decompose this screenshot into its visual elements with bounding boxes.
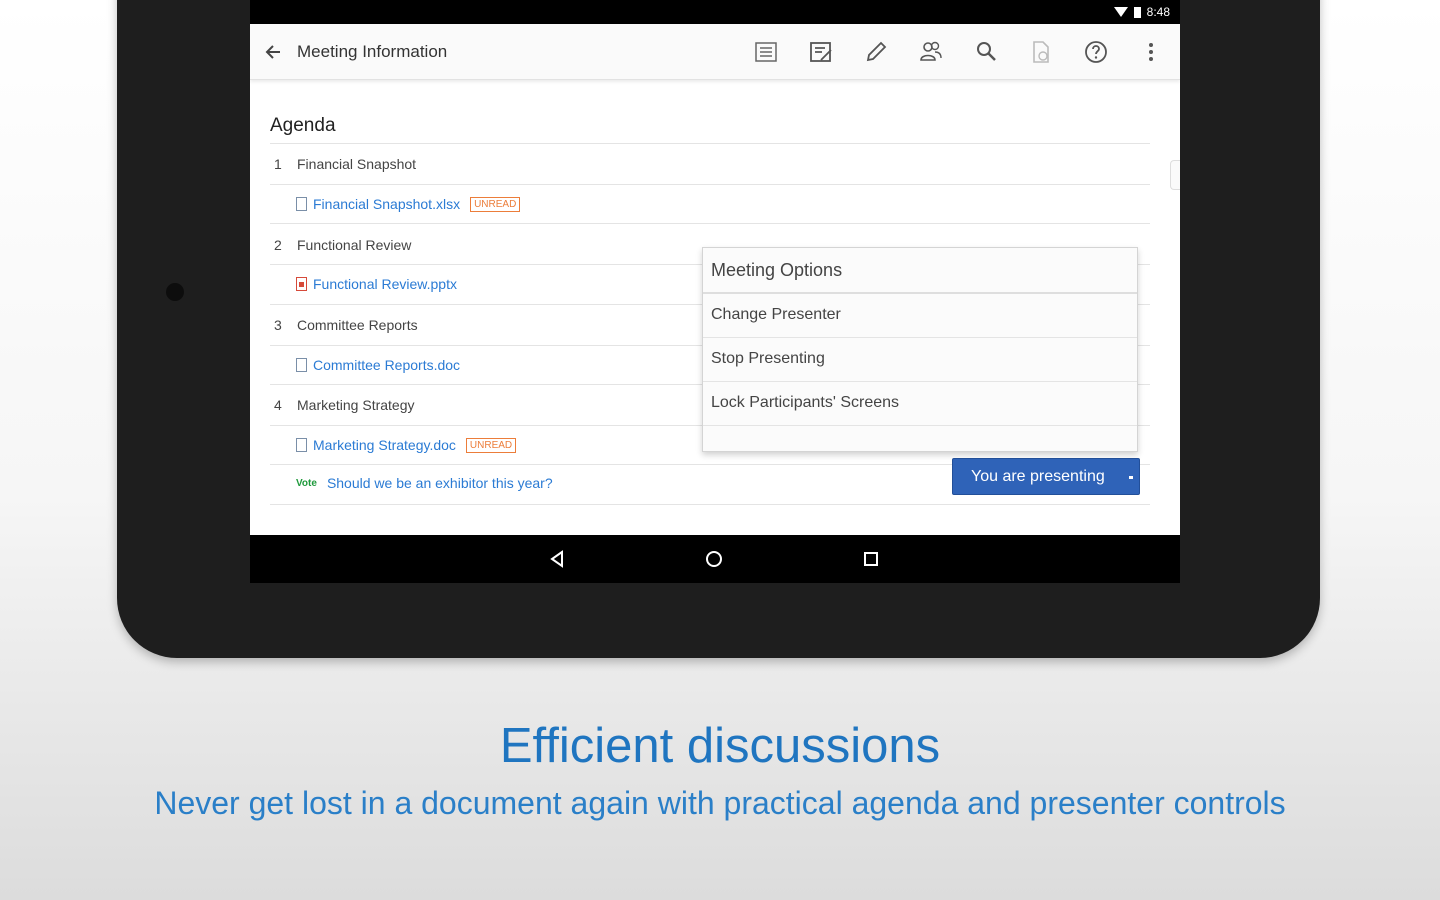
app-bar: Meeting Information <box>250 24 1180 80</box>
vote-question[interactable]: Should we be an exhibitor this year? <box>327 475 553 491</box>
recents-square-icon[interactable] <box>860 548 882 570</box>
document-file-icon <box>296 438 307 452</box>
attachment-link[interactable]: Committee Reports.doc <box>296 357 460 373</box>
camera-icon <box>166 283 184 301</box>
unread-badge: UNREAD <box>465 437 517 453</box>
menu-item-change-presenter[interactable]: Change Presenter <box>703 294 1137 338</box>
status-time: 8:48 <box>1146 5 1170 19</box>
side-drawer-handle[interactable] <box>1170 160 1180 190</box>
attachment-name[interactable]: Functional Review.pptx <box>313 276 457 292</box>
agenda-item-label: Marketing Strategy <box>297 397 415 413</box>
battery-icon <box>1133 6 1141 18</box>
page-title: Meeting Information <box>297 42 448 61</box>
agenda-item-number: 3 <box>274 317 282 333</box>
agenda-item-number: 2 <box>274 237 282 253</box>
device-screen: 8:48 Meeting Information Agenda 1 Financ… <box>250 0 1180 583</box>
meeting-options-menu: Meeting Options Change Presenter Stop Pr… <box>702 247 1138 452</box>
overflow-menu-icon[interactable] <box>1137 38 1165 66</box>
document-icon[interactable] <box>1027 38 1055 66</box>
agenda-item[interactable]: 2 Functional Review <box>274 237 411 253</box>
menu-header: Meeting Options <box>703 248 1137 294</box>
home-circle-icon[interactable] <box>703 548 725 570</box>
document-file-icon <box>296 358 307 372</box>
agenda-item-number: 1 <box>274 156 282 172</box>
agenda-title: Agenda <box>270 115 336 136</box>
divider <box>270 184 1150 185</box>
spreadsheet-file-icon <box>296 197 307 211</box>
attachment-name[interactable]: Financial Snapshot.xlsx <box>313 196 460 212</box>
menu-item-stop-presenting[interactable]: Stop Presenting <box>703 338 1137 382</box>
help-icon[interactable] <box>1082 38 1110 66</box>
agenda-item-label: Committee Reports <box>297 317 418 333</box>
back-triangle-icon[interactable] <box>547 548 569 570</box>
agenda-icon[interactable] <box>752 38 780 66</box>
wifi-icon <box>1113 7 1128 17</box>
vote-item[interactable]: Vote Should we be an exhibitor this year… <box>296 475 553 491</box>
caption-subline: Never get lost in a document again with … <box>154 785 1286 821</box>
vote-label: Vote <box>296 477 317 489</box>
attachment-link[interactable]: Marketing Strategy.doc UNREAD <box>296 437 517 453</box>
divider <box>270 143 1150 144</box>
unread-badge: UNREAD <box>470 196 521 212</box>
attachment-name[interactable]: Committee Reports.doc <box>313 357 460 373</box>
status-bar: 8:48 <box>250 0 1180 24</box>
attachment-link[interactable]: Financial Snapshot.xlsx UNREAD <box>296 196 521 212</box>
back-arrow-icon[interactable] <box>260 38 288 66</box>
participants-icon[interactable] <box>917 38 945 66</box>
presentation-file-icon <box>296 277 307 291</box>
caption-headline: Efficient discussions <box>499 719 941 773</box>
agenda-item-number: 4 <box>274 397 282 413</box>
attachment-name[interactable]: Marketing Strategy.doc <box>313 437 456 453</box>
agenda-item-label: Functional Review <box>297 237 412 253</box>
agenda-item[interactable]: 1 Financial Snapshot <box>274 156 416 172</box>
presenting-button[interactable]: You are presenting <box>952 458 1140 495</box>
divider <box>270 504 1150 505</box>
presenting-button-label: You are presenting <box>971 467 1105 485</box>
search-icon[interactable] <box>972 38 1000 66</box>
pencil-icon[interactable] <box>862 38 890 66</box>
dropdown-caret-icon <box>1129 476 1133 479</box>
notes-icon[interactable] <box>807 38 835 66</box>
menu-item-lock-screens[interactable]: Lock Participants' Screens <box>703 382 1137 426</box>
agenda-item-label: Financial Snapshot <box>297 156 417 172</box>
divider <box>270 223 1150 224</box>
system-nav-bar <box>250 535 1180 583</box>
attachment-link[interactable]: Functional Review.pptx <box>296 276 457 292</box>
agenda-item[interactable]: 4 Marketing Strategy <box>274 397 415 413</box>
agenda-item[interactable]: 3 Committee Reports <box>274 317 418 333</box>
